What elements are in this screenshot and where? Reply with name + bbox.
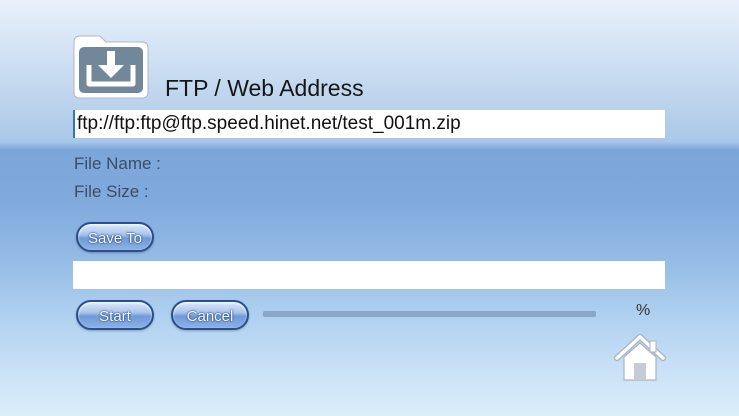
save-to-button[interactable]: Save To (76, 222, 154, 252)
download-folder-icon (72, 34, 150, 100)
file-size-label: File Size : (74, 182, 149, 201)
progress-percent: % (636, 302, 651, 319)
page-title: FTP / Web Address (165, 75, 364, 101)
cancel-button[interactable]: Cancel (171, 300, 249, 330)
start-button[interactable]: Start (76, 300, 154, 330)
file-name-label: File Name : (74, 154, 161, 173)
address-input[interactable] (73, 110, 665, 138)
home-icon[interactable] (614, 333, 666, 383)
save-path-field[interactable] (73, 261, 665, 289)
progress-bar (263, 311, 596, 317)
